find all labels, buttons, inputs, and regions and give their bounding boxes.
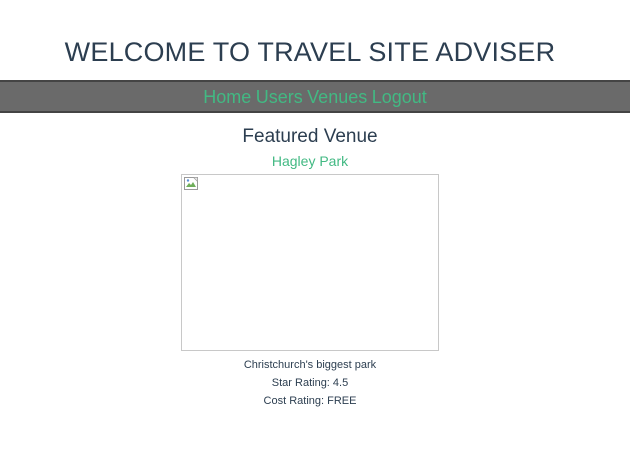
featured-heading: Featured Venue — [242, 126, 378, 147]
nav-link-logout[interactable]: Logout — [372, 87, 427, 107]
site-title: WELCOME TO TRAVEL SITE ADVISER — [64, 37, 556, 67]
nav-link-users[interactable]: Users — [256, 87, 303, 107]
venue-details: Christchurch's biggest park Star Rating:… — [0, 356, 620, 410]
venue-image[interactable] — [181, 174, 439, 351]
broken-image-icon — [184, 177, 198, 190]
cost-rating: Cost Rating: FREE — [263, 395, 357, 407]
navbar: Home Users Venues Logout — [0, 80, 630, 113]
star-rating: Star Rating: 4.5 — [271, 377, 349, 389]
venue-name-link[interactable]: Hagley Park — [272, 152, 348, 170]
venue-description: Christchurch's biggest park — [243, 359, 377, 371]
page: WELCOME TO TRAVEL SITE ADVISER Home User… — [0, 0, 630, 474]
nav-link-home[interactable]: Home — [203, 87, 251, 107]
nav-link-venues[interactable]: Venues — [307, 87, 367, 107]
featured-venue-section: Featured Venue Hagley Park — [0, 125, 620, 171]
